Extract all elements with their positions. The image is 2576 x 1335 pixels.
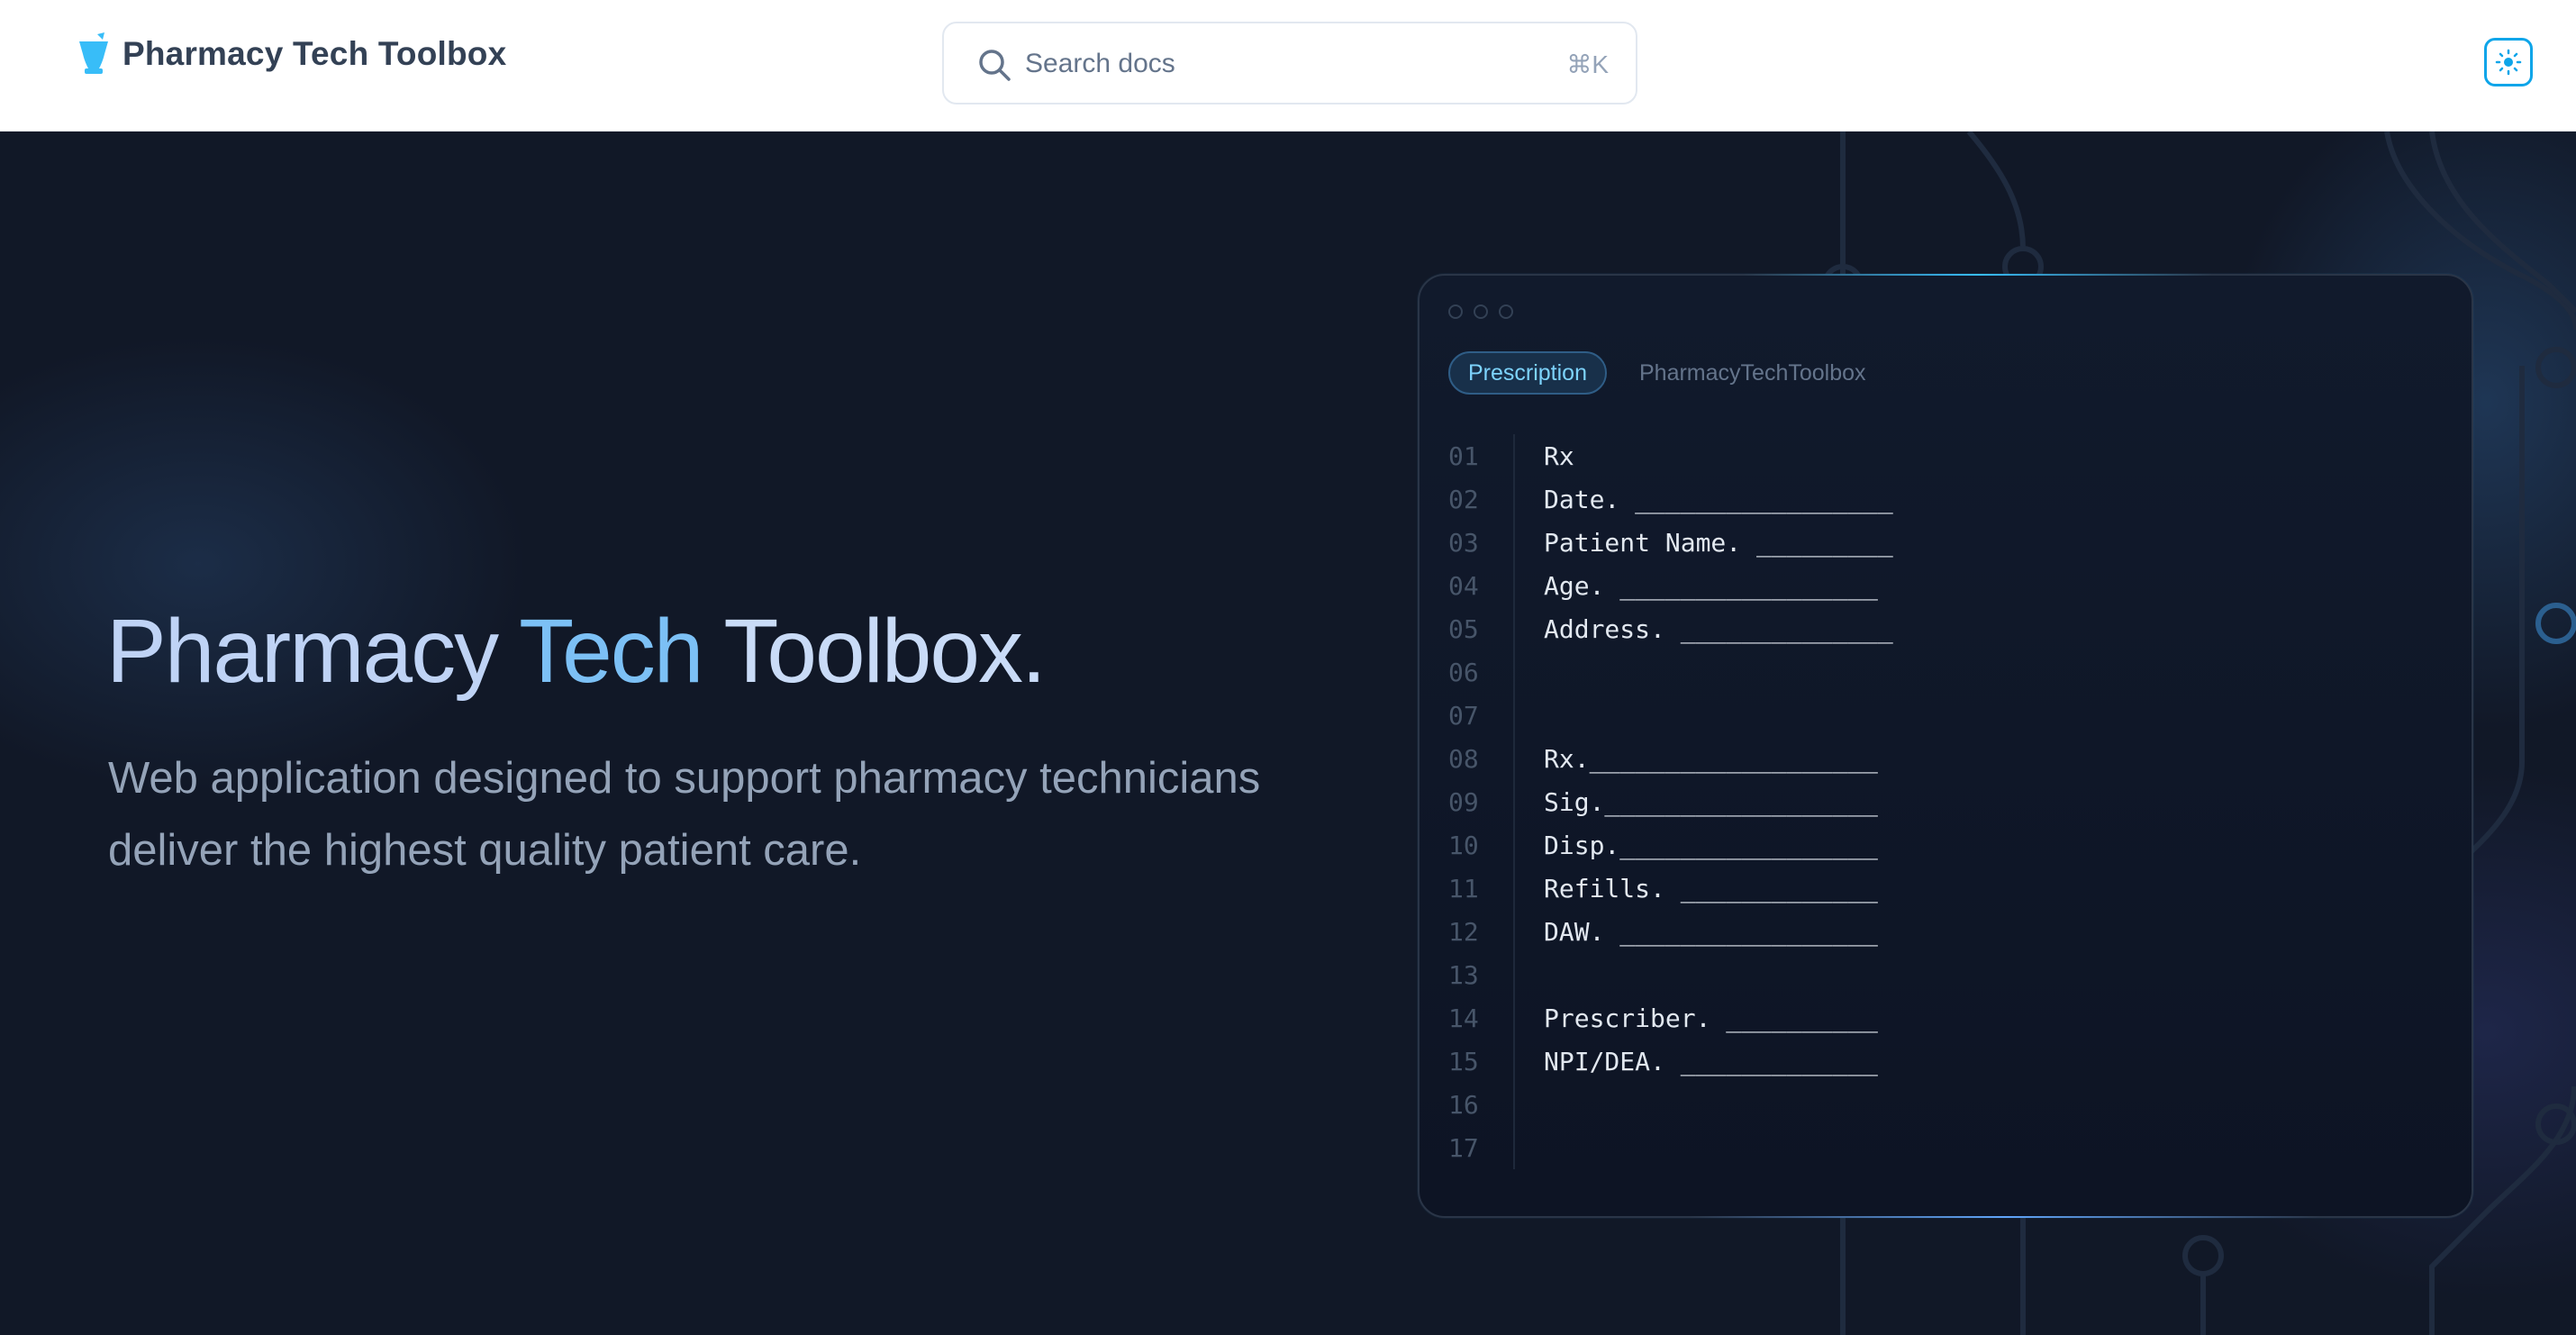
code-line: 13 (1448, 953, 1893, 996)
code-line: 10 Disp._________________ (1448, 823, 1893, 867)
card-top-glow (1744, 274, 2212, 276)
line-number: 11 (1448, 873, 1479, 904)
code-line: 15 NPI/DEA. _____________ (1448, 1040, 1893, 1083)
gutter-divider (1513, 910, 1515, 953)
line-number: 14 (1448, 1003, 1479, 1033)
gutter-divider (1513, 1083, 1515, 1126)
code-line: 12 DAW. _________________ (1448, 910, 1893, 953)
gutter-divider (1513, 521, 1515, 564)
line-number: 17 (1448, 1132, 1479, 1163)
search-shortcut-hint: ⌘K (1566, 50, 1609, 78)
gutter-divider (1513, 564, 1515, 607)
search-icon (979, 50, 1011, 81)
window-dot (1474, 304, 1488, 319)
code-line: 01 Rx (1448, 434, 1893, 477)
line-number: 16 (1448, 1089, 1479, 1120)
card-bottom-glow (1690, 1216, 2320, 1218)
tab-prescription[interactable]: Prescription (1448, 351, 1607, 395)
code-line-text: Address. ______________ (1544, 613, 1893, 644)
gutter-divider (1513, 823, 1515, 867)
code-line-text: Rx (1544, 440, 1574, 471)
hero-subtitle: Web application designed to support phar… (108, 754, 1261, 875)
code-line-text: Sig.__________________ (1544, 786, 1878, 817)
gutter-divider (1513, 737, 1515, 780)
code-line: 02 Date. _________________ (1448, 477, 1893, 521)
top-navbar: Pharmacy Tech Toolbox Search docs ⌘K (0, 0, 2576, 132)
code-line: 08 Rx.___________________ (1448, 737, 1893, 780)
tab-pharmacytechtoolbox[interactable]: PharmacyTechToolbox (1639, 360, 1866, 386)
theme-toggle-button[interactable] (2484, 38, 2533, 86)
code-line-text: Rx.___________________ (1544, 743, 1878, 774)
line-number: 04 (1448, 570, 1479, 601)
gutter-divider (1513, 996, 1515, 1040)
line-number: 02 (1448, 484, 1479, 514)
line-number: 12 (1448, 916, 1479, 947)
code-line-text: NPI/DEA. _____________ (1544, 1046, 1878, 1076)
line-number: 08 (1448, 743, 1479, 774)
gutter-divider (1513, 1040, 1515, 1083)
code-line-text: DAW. _________________ (1544, 916, 1878, 947)
code-line: 14 Prescriber. __________ (1448, 996, 1893, 1040)
hero-section: Pharmacy Tech Toolbox. Web application d… (0, 132, 2576, 1335)
code-line: 17 (1448, 1126, 1893, 1169)
code-line-text: Age. _________________ (1544, 570, 1878, 601)
line-number: 01 (1448, 440, 1479, 471)
search-input[interactable]: Search docs ⌘K (942, 22, 1637, 104)
line-number: 09 (1448, 786, 1479, 817)
code-line-text: Prescriber. __________ (1544, 1003, 1878, 1033)
code-line: 04 Age. _________________ (1448, 564, 1893, 607)
code-line: 06 (1448, 650, 1893, 694)
code-line: 07 (1448, 694, 1893, 737)
line-number: 07 (1448, 700, 1479, 731)
code-line: 03 Patient Name. _________ (1448, 521, 1893, 564)
hero-title-word-2: Tech (519, 601, 724, 702)
code-line-text: Date. _________________ (1544, 484, 1893, 514)
code-line: 09 Sig.__________________ (1448, 780, 1893, 823)
search-placeholder: Search docs (1025, 49, 1175, 78)
code-line: 05 Address. ______________ (1448, 607, 1893, 650)
sun-icon (2495, 49, 2522, 76)
gutter-divider (1513, 650, 1515, 694)
code-line: 11 Refills. _____________ (1448, 867, 1893, 910)
gutter-divider (1513, 780, 1515, 823)
hero-title: Pharmacy Tech Toolbox. (106, 600, 1047, 704)
line-number: 10 (1448, 830, 1479, 860)
brand-name: Pharmacy Tech Toolbox (122, 35, 507, 72)
gutter-divider (1513, 953, 1515, 996)
line-number: 05 (1448, 613, 1479, 644)
brand-logo-link[interactable]: Pharmacy Tech Toolbox (77, 27, 506, 81)
line-number: 15 (1448, 1046, 1479, 1076)
hero-title-word-1: Pharmacy (106, 601, 520, 702)
window-dots (1448, 304, 1513, 319)
gutter-divider (1513, 867, 1515, 910)
prescription-code-card: Prescription PharmacyTechToolbox 01 Rx 02 D… (1418, 274, 2473, 1218)
card-tabs: Prescription PharmacyTechToolbox (1448, 351, 1866, 395)
gutter-divider (1513, 694, 1515, 737)
gutter-divider (1513, 607, 1515, 650)
hero-title-word-3: Toolbox. (723, 601, 1046, 702)
gutter-divider (1513, 434, 1515, 477)
code-line-text: Refills. _____________ (1544, 873, 1878, 904)
window-dot (1499, 304, 1513, 319)
code-line-text: Patient Name. _________ (1544, 527, 1893, 558)
line-number: 03 (1448, 527, 1479, 558)
gutter-divider (1513, 1126, 1515, 1169)
code-line-text: Disp._________________ (1544, 830, 1878, 860)
line-number: 06 (1448, 657, 1479, 687)
mortar-pestle-icon (79, 32, 108, 74)
window-dot (1448, 304, 1463, 319)
code-line: 16 (1448, 1083, 1893, 1126)
line-number: 13 (1448, 959, 1479, 990)
prescription-code-block: 01 Rx 02 Date. _________________ 03 Patient N… (1448, 434, 1893, 1169)
gutter-divider (1513, 477, 1515, 521)
